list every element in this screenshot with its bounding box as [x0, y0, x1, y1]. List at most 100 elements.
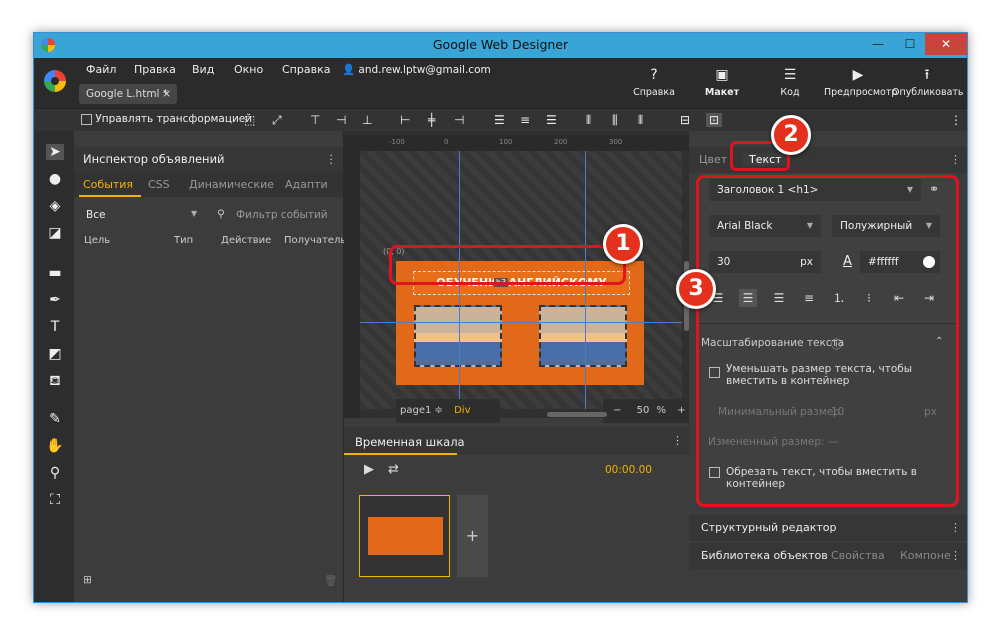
code-view-button[interactable]: ☰ Код: [756, 65, 824, 98]
photo-left[interactable]: [414, 305, 502, 367]
delete-event-icon[interactable]: 🗑: [324, 574, 337, 587]
annotation-badge-3: 3: [676, 269, 716, 309]
filter-dropdown-icon[interactable]: ▼: [191, 209, 197, 218]
active-tab-underline: [79, 195, 141, 197]
toolbar-menu-icon[interactable]: ⋮: [950, 113, 962, 127]
zoom-control: − 50 % +: [603, 399, 691, 423]
document-tab-close-icon[interactable]: ×: [162, 84, 171, 104]
tab-adaptive[interactable]: Адапти: [285, 178, 328, 191]
page-selector[interactable]: page1 ≑ Div: [396, 399, 500, 423]
tab-color[interactable]: Цвет: [699, 153, 727, 166]
distribute-right-icon[interactable]: ⫴: [638, 113, 643, 128]
structure-editor-title: Структурный редактор: [701, 521, 837, 534]
loop-icon[interactable]: ⇄: [388, 462, 399, 477]
selection-tool-icon[interactable]: ➤: [46, 144, 64, 160]
ruler-mark-h-5: 300: [609, 138, 623, 146]
crop-icon[interactable]: ⬚: [244, 113, 255, 127]
minimize-button[interactable]: —: [863, 33, 893, 55]
ruler-mark-h-4: 200: [554, 138, 568, 146]
tools-panel: ➤ ● ◈ ◪ ▬ ✒ T ◩ ⛾ ✎ ✋ ⚲ ⛶: [34, 131, 74, 602]
zoom-out-button[interactable]: −: [613, 405, 621, 416]
distribute-top-icon[interactable]: ☰: [494, 113, 505, 127]
inspector-menu-icon[interactable]: ⋮: [326, 147, 338, 171]
tab-properties[interactable]: Свойства: [831, 543, 885, 569]
align-right-icon[interactable]: ⊣: [454, 113, 464, 127]
zoom-in-button[interactable]: +: [677, 405, 685, 416]
column-receiver: Получатель: [284, 235, 347, 246]
timeline-title: Временная шкала: [355, 435, 465, 449]
publish-button[interactable]: ⭱ Опубликовать: [892, 65, 964, 98]
preview-label: Предпросмотр: [824, 87, 898, 98]
menu-view[interactable]: Вид: [192, 63, 214, 76]
align-bottom-icon[interactable]: ⊥: [362, 113, 372, 127]
page-thumbnail[interactable]: [359, 495, 450, 577]
distribute-left-icon[interactable]: ⫴: [586, 113, 591, 128]
zoom-tool-icon[interactable]: ⚲: [46, 465, 64, 481]
search-icon: ⚲: [217, 208, 225, 220]
align-to-stage-icon[interactable]: ⊡: [706, 113, 723, 127]
tab-dynamic[interactable]: Динамические: [189, 178, 274, 191]
3d-rotate-tool-icon[interactable]: ●: [46, 171, 64, 187]
stage-align-icon[interactable]: ⊟: [680, 113, 690, 127]
event-filter-input[interactable]: Фильтр событий: [236, 209, 328, 221]
bottom-menu-icon[interactable]: ⋮: [950, 543, 961, 569]
resize-icon[interactable]: ⤢: [272, 113, 282, 128]
properties-menu-icon[interactable]: ⋮: [950, 153, 961, 166]
event-filter-select[interactable]: Все: [86, 209, 105, 221]
page-label: page1 ≑: [400, 405, 443, 416]
distribute-bottom-icon[interactable]: ☰: [546, 113, 557, 127]
close-button[interactable]: ✕: [925, 33, 967, 55]
tab-css[interactable]: CSS: [148, 178, 170, 191]
distribute-center-icon[interactable]: ⫼: [612, 113, 618, 128]
app-icon: [41, 38, 55, 52]
text-tool-icon[interactable]: T: [46, 319, 64, 335]
fullscreen-icon[interactable]: ⛶: [46, 492, 64, 508]
tab-components[interactable]: Компоне: [900, 543, 951, 569]
tag-tool-icon[interactable]: ◪: [46, 225, 64, 241]
title-bar: Google Web Designer — ☐ ✕: [34, 33, 967, 58]
publish-icon: ⭱: [924, 67, 930, 83]
distribute-middle-icon[interactable]: ≡: [520, 113, 530, 127]
menu-window[interactable]: Окно: [234, 63, 263, 76]
shape-tool-icon[interactable]: ▬: [46, 265, 64, 281]
maximize-button[interactable]: ☐: [895, 33, 925, 55]
align-left-icon[interactable]: ⊢: [400, 113, 410, 127]
user-account[interactable]: 👤 and.rew.lptw@gmail.com: [342, 63, 491, 76]
tab-asset-library[interactable]: Библиотека объектов: [701, 549, 828, 562]
pen-tool-icon[interactable]: ✒: [46, 292, 64, 308]
app-window: Google Web Designer — ☐ ✕ Файл Правка Ви…: [33, 32, 968, 603]
menu-file[interactable]: Файл: [86, 63, 116, 76]
design-label: Макет: [704, 87, 740, 98]
add-page-button[interactable]: +: [457, 495, 488, 577]
eyedropper-icon[interactable]: ✎: [46, 411, 64, 427]
transform-toggle[interactable]: Управлять трансформацией: [81, 113, 252, 125]
div-breadcrumb[interactable]: Div: [454, 405, 470, 416]
play-icon[interactable]: ▶: [364, 462, 374, 477]
timeline-menu-icon[interactable]: ⋮: [672, 434, 683, 447]
guide-horizontal[interactable]: [360, 322, 682, 323]
menu-edit[interactable]: Правка: [134, 63, 176, 76]
paint-bucket-icon[interactable]: ⛾: [46, 373, 64, 391]
align-center-icon[interactable]: ╪: [428, 113, 435, 127]
tab-events[interactable]: События: [83, 178, 133, 191]
design-view-button[interactable]: ▣ Макет: [688, 65, 756, 98]
add-event-icon[interactable]: ⊞: [83, 574, 92, 586]
photo-right[interactable]: [539, 305, 627, 367]
fill-tool-icon[interactable]: ◩: [46, 346, 64, 362]
structure-menu-icon[interactable]: ⋮: [950, 515, 961, 541]
timeline-header: Временная шкала ⋮: [344, 427, 689, 455]
hand-tool-icon[interactable]: ✋: [46, 438, 64, 454]
structure-editor-section[interactable]: Структурный редактор ⋮: [689, 515, 967, 541]
document-tab[interactable]: Google L.html * ×: [79, 84, 177, 104]
menu-help[interactable]: Справка: [282, 63, 330, 76]
align-top-icon[interactable]: ⊤: [310, 113, 320, 127]
help-button[interactable]: ? Справка: [620, 65, 688, 98]
horizontal-scrollbar[interactable]: [547, 412, 607, 417]
publish-label: Опубликовать: [892, 87, 964, 98]
3d-translate-tool-icon[interactable]: ◈: [46, 198, 64, 214]
transform-checkbox[interactable]: [81, 113, 92, 125]
align-middle-icon[interactable]: ⊣: [336, 113, 346, 127]
preview-button[interactable]: ▶ Предпросмотр: [824, 65, 897, 98]
code-icon: ☰: [783, 67, 797, 83]
horizontal-ruler: -100 0 100 200 300: [344, 135, 689, 151]
